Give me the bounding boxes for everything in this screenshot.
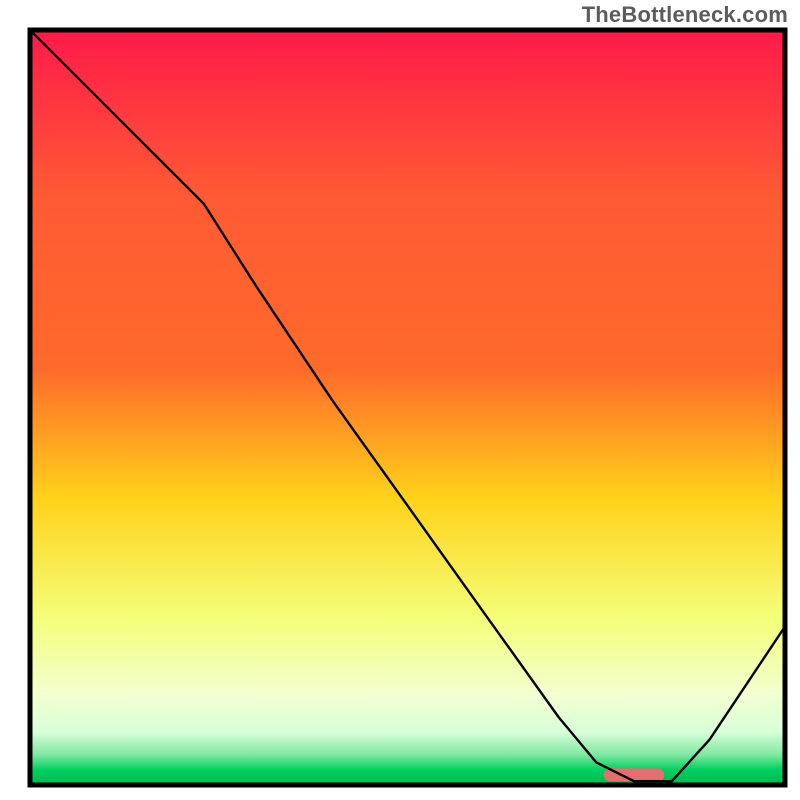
- plot-area: [30, 30, 785, 785]
- bottleneck-chart: [0, 0, 800, 800]
- watermark-text: TheBottleneck.com: [582, 2, 788, 28]
- chart-container: { "watermark": "TheBottleneck.com", "col…: [0, 0, 800, 800]
